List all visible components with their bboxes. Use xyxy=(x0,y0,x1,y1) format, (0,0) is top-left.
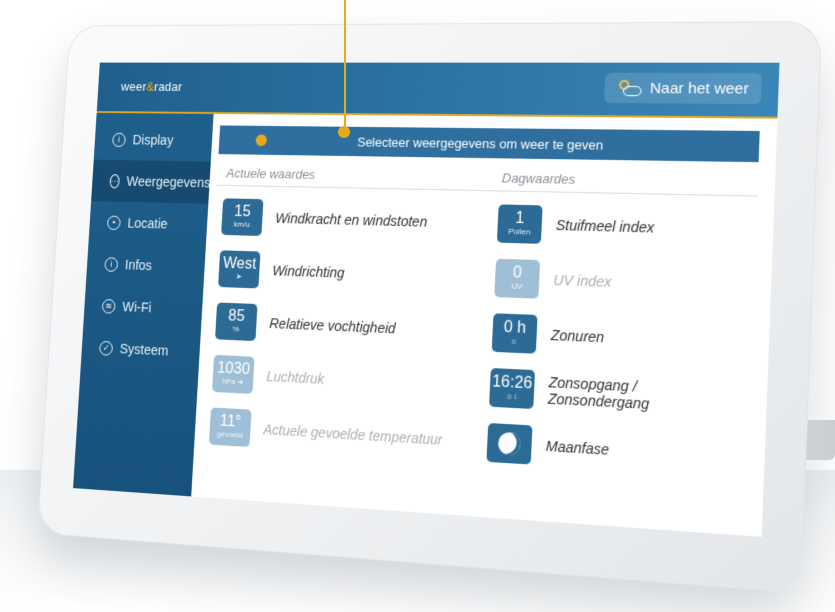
go-to-weather-label: Naar het weer xyxy=(649,79,750,98)
tile-value: 15 xyxy=(233,203,252,221)
sun-icon: ☼ xyxy=(510,336,519,346)
sidebar-item-label: Locatie xyxy=(127,215,169,232)
tablet-device: weer&radar Naar het weer i Display ··· W… xyxy=(36,21,823,594)
main-panel: Selecteer weergegevens om weer te geven … xyxy=(199,125,773,536)
tile-value: 85 xyxy=(227,307,246,325)
sidebar-item-locatie[interactable]: • Locatie xyxy=(89,201,209,246)
tile-value: 0 xyxy=(512,264,523,282)
sidebar-item-systeem[interactable]: ✓ Systeem xyxy=(81,326,201,374)
row-zonsopgang[interactable]: 16:26 ☼↓ Zonsopgang / Zonsondergang xyxy=(489,368,684,417)
callout-line xyxy=(344,0,346,134)
sidebar-item-infos[interactable]: i Infos xyxy=(86,242,206,288)
row-gevoelde-temperatuur[interactable]: 11° gevoeld Actuele gevoelde temperatuur xyxy=(208,407,444,459)
row-uv-index[interactable]: 0 UV UV index xyxy=(494,258,612,302)
tile-sub: % xyxy=(232,324,240,334)
partly-cloudy-icon xyxy=(617,79,642,97)
tile-sub: UV xyxy=(510,281,523,291)
row-label: Stuifmeel index xyxy=(555,216,655,236)
value-tile[interactable]: 15 km/u xyxy=(221,198,264,237)
row-label: Actuele gevoelde temperatuur xyxy=(263,421,443,448)
tile-sub: hPa ➜ xyxy=(221,376,244,387)
row-stuifmeel[interactable]: 1 Pollen Stuifmeel index xyxy=(496,204,655,247)
sidebar: i Display ··· Weergegevens • Locatie i I… xyxy=(73,112,214,497)
sidebar-item-label: Infos xyxy=(124,256,153,274)
row-label: Windrichting xyxy=(271,262,345,281)
screen: weer&radar Naar het weer i Display ··· W… xyxy=(73,62,780,537)
logo-text-right: radar xyxy=(153,79,183,94)
row-windrichting[interactable]: West ➤ Windrichting xyxy=(218,250,345,291)
row-label: Maanfase xyxy=(545,437,610,458)
row-luchtdruk[interactable]: 1030 hPa ➜ Luchtdruk xyxy=(211,354,325,398)
tile-sub: Pollen xyxy=(508,226,531,237)
tile-sub: gevoeld xyxy=(216,429,243,440)
column-header-daily: Dagwaardes xyxy=(501,170,576,187)
value-tile[interactable]: 0 UV xyxy=(494,258,541,299)
select-bar-text: Selecteer weergegevens om weer te geven xyxy=(356,134,604,153)
wifi-icon: ≋ xyxy=(101,298,116,314)
select-dot-icon xyxy=(255,134,268,147)
tile-sub: km/u xyxy=(233,219,250,229)
row-label: Windkracht en windstoten xyxy=(274,210,428,230)
column-divider xyxy=(216,184,758,197)
sidebar-item-wifi[interactable]: ≋ Wi-Fi xyxy=(83,284,203,331)
tile-value: 0 h xyxy=(503,318,527,337)
sidebar-item-label: Systeem xyxy=(119,340,169,359)
row-maanfase[interactable]: Maanfase xyxy=(486,422,610,469)
value-tile[interactable]: 1030 hPa ➜ xyxy=(211,354,255,394)
row-label: UV index xyxy=(553,271,612,291)
value-tile[interactable]: 1 Pollen xyxy=(496,204,543,244)
app-logo: weer&radar xyxy=(121,79,183,93)
sunset-icon: ☼↓ xyxy=(505,391,518,401)
tile-value: 1030 xyxy=(216,359,251,379)
tile-value: 11° xyxy=(219,412,242,431)
logo-text-left: weer xyxy=(120,79,147,94)
row-label: Zonsopgang / Zonsondergang xyxy=(547,373,650,413)
info-icon: i xyxy=(104,256,119,272)
tile-value: 16:26 xyxy=(491,373,533,393)
dots-icon: ··· xyxy=(109,173,120,188)
column-header-current: Actuele waardes xyxy=(226,165,316,182)
select-bar: Selecteer weergegevens om weer te geven xyxy=(218,125,760,163)
location-icon: • xyxy=(106,215,121,230)
direction-arrow-icon: ➤ xyxy=(235,272,243,282)
tile-value: West xyxy=(222,255,257,273)
callout-dot xyxy=(338,126,350,138)
sidebar-item-label: Display xyxy=(132,132,174,148)
sidebar-item-weergegevens[interactable]: ··· Weergegevens xyxy=(91,159,211,204)
value-tile[interactable]: 0 h ☼ xyxy=(491,313,538,354)
row-zonuren[interactable]: 0 h ☼ Zonuren xyxy=(491,313,605,357)
value-tile[interactable] xyxy=(486,422,533,465)
check-icon: ✓ xyxy=(99,340,114,356)
row-windkracht[interactable]: 15 km/u Windkracht en windstoten xyxy=(221,198,428,240)
value-tile[interactable]: 16:26 ☼↓ xyxy=(489,368,536,410)
moon-icon xyxy=(495,429,524,458)
row-vochtigheid[interactable]: 85 % Relatieve vochtigheid xyxy=(215,302,396,347)
value-tile[interactable]: 11° gevoeld xyxy=(208,407,252,448)
row-label: Relatieve vochtigheid xyxy=(269,315,396,337)
value-tile[interactable]: West ➤ xyxy=(218,250,261,289)
go-to-weather-button[interactable]: Naar het weer xyxy=(604,72,762,105)
row-label: Zonuren xyxy=(550,326,605,346)
value-tile[interactable]: 85 % xyxy=(215,302,258,342)
sidebar-item-label: Weergegevens xyxy=(126,173,211,191)
sidebar-item-label: Wi-Fi xyxy=(121,298,152,316)
sidebar-item-display[interactable]: i Display xyxy=(94,119,214,162)
row-label: Luchtdruk xyxy=(266,368,325,387)
info-icon: i xyxy=(112,132,127,147)
tile-value: 1 xyxy=(515,209,525,228)
top-bar: weer&radar Naar het weer xyxy=(96,62,780,119)
